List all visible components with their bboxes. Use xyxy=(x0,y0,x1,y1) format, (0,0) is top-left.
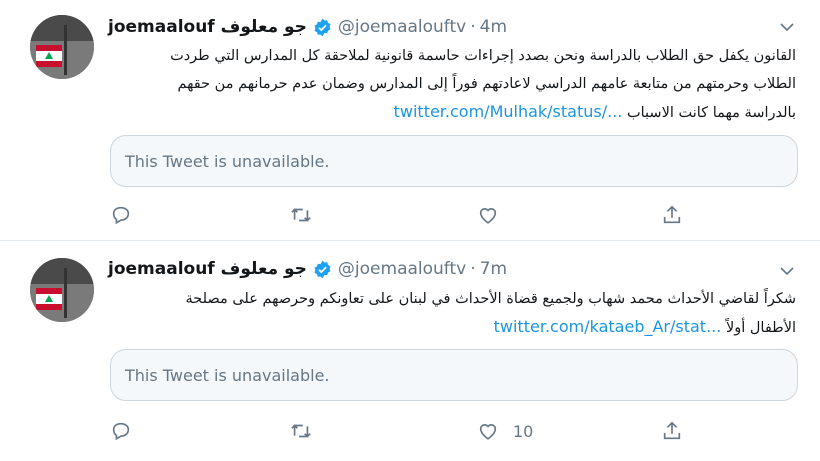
like-count: 10 xyxy=(513,421,534,441)
user-handle[interactable]: @joemaalouftv xyxy=(338,17,466,37)
reply-icon xyxy=(112,206,130,225)
verified-badge-icon xyxy=(314,18,331,36)
retweet-button[interactable] xyxy=(290,419,312,443)
chevron-down-icon[interactable] xyxy=(778,262,796,280)
retweet-icon xyxy=(291,208,311,222)
heart-icon xyxy=(479,208,497,224)
separator-dot: · xyxy=(470,17,476,37)
share-button[interactable] xyxy=(661,419,683,443)
tweet-2[interactable]: joemaalouf جو معلوف @joemaalouftv · 7m ش… xyxy=(0,240,820,461)
share-icon xyxy=(663,421,681,440)
avatar[interactable] xyxy=(30,258,94,322)
separator-dot: · xyxy=(470,259,476,279)
tweet-text-line: شكراً لقاضي الأحداث محمد شهاب ولجميع قضا… xyxy=(185,291,796,307)
reply-icon xyxy=(112,422,130,441)
tweet-actions: 10 xyxy=(110,419,710,443)
tweet-text-line: الأطفال أولاً twitter.com/kataeb_Ar/stat… xyxy=(493,317,796,336)
reply-button[interactable] xyxy=(110,419,132,443)
unavailable-message: This Tweet is unavailable. xyxy=(125,365,330,385)
lebanese-flag-avatar-image xyxy=(30,258,94,322)
unavailable-message: This Tweet is unavailable. xyxy=(125,151,330,171)
lebanese-flag-avatar-image xyxy=(30,15,94,79)
unavailable-quoted-tweet[interactable]: This Tweet is unavailable. xyxy=(110,135,798,187)
retweet-button[interactable] xyxy=(290,203,312,227)
reply-button[interactable] xyxy=(110,203,132,227)
tweet-link[interactable]: twitter.com/Mulhak/status/... xyxy=(394,102,623,121)
display-name[interactable]: joemaalouf جو معلوف xyxy=(108,17,307,37)
tweet-text-line: القانون يكفل حق الطلاب بالدراسة ونحن بصد… xyxy=(170,48,796,64)
heart-icon xyxy=(479,424,497,440)
tweet-text: القانون يكفل حق الطلاب بالدراسة ونحن بصد… xyxy=(108,42,796,127)
chevron-down-icon[interactable] xyxy=(778,18,796,36)
avatar[interactable] xyxy=(30,15,94,79)
timestamp[interactable]: 7m xyxy=(480,259,507,279)
tweet-header: joemaalouf جو معلوف @joemaalouftv · 4m xyxy=(108,14,507,40)
tweet-link[interactable]: twitter.com/kataeb_Ar/stat... xyxy=(494,317,722,336)
tweet-text-line: بالدراسة مهما كانت الاسباب twitter.com/M… xyxy=(393,102,796,121)
share-icon xyxy=(663,205,681,224)
verified-badge-icon xyxy=(314,260,331,278)
like-button[interactable]: 10 xyxy=(477,419,533,443)
display-name[interactable]: joemaalouf جو معلوف xyxy=(108,259,307,279)
tweet-1[interactable]: joemaalouf جو معلوف @joemaalouftv · 4m ا… xyxy=(0,0,820,240)
retweet-icon xyxy=(291,424,311,438)
user-handle[interactable]: @joemaalouftv xyxy=(338,259,466,279)
tweet-text: شكراً لقاضي الأحداث محمد شهاب ولجميع قضا… xyxy=(108,285,796,342)
share-button[interactable] xyxy=(661,203,683,227)
unavailable-quoted-tweet[interactable]: This Tweet is unavailable. xyxy=(110,349,798,401)
tweet-header: joemaalouf جو معلوف @joemaalouftv · 7m xyxy=(108,256,507,282)
like-button[interactable] xyxy=(477,203,499,227)
tweet-actions xyxy=(110,203,710,227)
timestamp[interactable]: 4m xyxy=(480,17,507,37)
tweet-text-line: الطلاب وحرمتهم من متابعة عامهم الدراسي ل… xyxy=(177,76,796,92)
